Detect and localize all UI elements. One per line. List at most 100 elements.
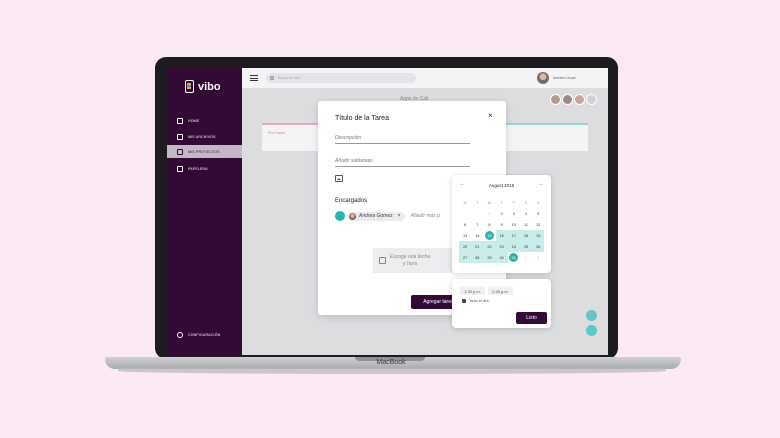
projects-icon <box>177 148 183 155</box>
search-icon <box>270 76 274 80</box>
end-time-input[interactable]: 2:30 p.m. <box>488 287 513 295</box>
logo-icon <box>185 80 194 93</box>
device-label: MacBook <box>376 359 406 366</box>
calendar-day[interactable]: 29 <box>483 252 496 263</box>
assignee-chip: Andrea Gomez × <box>348 211 405 221</box>
calendar-weekday: S <box>536 200 540 205</box>
calendar-day[interactable]: 7 <box>471 219 483 230</box>
file-icon <box>177 133 183 140</box>
calendar-day[interactable]: 16 <box>495 230 508 241</box>
calendar-day[interactable]: 12 <box>532 219 544 230</box>
calendar-weekday: W <box>487 200 492 205</box>
sidebar: vibo HOME MIS ARCHIVOS MIS PROYECTOS PAP… <box>167 68 242 355</box>
calendar-day[interactable]: 6 <box>459 219 471 230</box>
calendar-day[interactable]: 18 <box>519 230 533 241</box>
date-placeholder-line2: y hora <box>403 260 417 267</box>
avatar[interactable] <box>550 94 561 105</box>
calendar-day[interactable]: 9 <box>496 219 508 230</box>
calendar-day[interactable]: 21 <box>471 241 484 252</box>
calendar-day[interactable]: 1 <box>483 208 495 219</box>
avatar <box>349 212 356 220</box>
calendar-month: August 2018 <box>488 183 515 188</box>
sidebar-item-settings[interactable]: CONFIGURACIÓN <box>167 328 242 341</box>
laptop-shadow <box>118 368 666 374</box>
selected-day: 31 <box>509 253 519 262</box>
gear-icon <box>177 331 183 338</box>
calendar-weekday: M <box>463 200 467 205</box>
calendar-day[interactable]: 4 <box>520 208 532 219</box>
add-member-icon[interactable] <box>586 94 597 105</box>
sidebar-item-files[interactable]: MIS ARCHIVOS <box>167 130 242 143</box>
description-field[interactable]: Descripción <box>335 135 470 144</box>
image-icon[interactable] <box>335 175 343 182</box>
column-card <box>505 123 588 151</box>
calendar-day[interactable]: 14 <box>471 230 483 241</box>
menu-icon[interactable] <box>250 75 258 81</box>
calendar-day[interactable]: 23 <box>495 241 508 252</box>
calendar-day[interactable]: 15 <box>483 230 495 241</box>
sidebar-item-projects[interactable]: MIS PROYECTOS <box>167 145 242 158</box>
calendar-day[interactable]: 1 <box>520 252 532 263</box>
top-bar: Busca en vibo Nombre Usuar <box>242 68 608 88</box>
brand-logo[interactable]: vibo <box>185 80 221 93</box>
calendar-day[interactable]: 13 <box>459 230 471 241</box>
sidebar-item-label: CONFIGURACIÓN <box>188 332 221 337</box>
calendar-day[interactable]: 28 <box>471 252 484 263</box>
home-icon <box>177 117 183 124</box>
column-todo: Por hacer <box>262 123 322 151</box>
assignees-title: Encargados <box>335 198 368 204</box>
calendar-day[interactable]: 25 <box>519 241 533 252</box>
calendar-day[interactable]: 2 <box>496 208 508 219</box>
calendar-day[interactable]: 26 <box>532 241 545 252</box>
add-icon[interactable] <box>586 325 597 336</box>
avatar <box>335 211 345 221</box>
calendar-popup: ← August 2018 → M T W T F S S 1 2 3 4 5 6 7 8 9 10 11 12 13… <box>452 175 551 273</box>
calendar-day[interactable]: 31 <box>508 252 520 263</box>
chat-icon[interactable] <box>586 310 597 321</box>
close-icon[interactable]: × <box>488 111 493 120</box>
calendar-day <box>471 208 483 219</box>
calendar-day[interactable]: 19 <box>532 230 545 241</box>
subtasks-field[interactable]: Añadir subtareas <box>335 158 470 167</box>
date-picker-trigger[interactable]: Escoge una fecha y hora <box>373 248 453 273</box>
member-avatars <box>550 94 597 105</box>
trash-icon <box>177 165 183 172</box>
calendar-day[interactable]: 8 <box>483 219 495 230</box>
assignee-name: Andrea Gomez <box>359 213 393 219</box>
date-placeholder-line1: Escoge una fecha <box>390 253 431 260</box>
calendar-day[interactable]: 17 <box>507 230 520 241</box>
add-assignee-input[interactable]: Añadir más p <box>411 213 440 219</box>
calendar-day[interactable]: 5 <box>532 208 544 219</box>
calendar-day[interactable]: 10 <box>508 219 520 230</box>
date-placeholder: Escoge una fecha y hora <box>390 254 430 268</box>
search-input[interactable]: Busca en vibo <box>266 73 416 83</box>
next-month-icon[interactable]: → <box>538 181 544 187</box>
app-screen: vibo HOME MIS ARCHIVOS MIS PROYECTOS PAP… <box>167 68 608 355</box>
sidebar-item-trash[interactable]: PAPELERA <box>167 162 242 175</box>
time-panel: 1:30 p.m. 2:30 p.m. Todo el día Listo <box>452 279 551 328</box>
calendar-day[interactable]: 27 <box>459 252 472 263</box>
checkbox-icon[interactable] <box>462 298 466 303</box>
calendar-day[interactable]: 11 <box>520 219 532 230</box>
sidebar-item-home[interactable]: HOME <box>167 114 242 127</box>
user-name[interactable]: Nombre Usuar <box>553 76 576 80</box>
calendar-day <box>459 208 471 219</box>
column-title: Por hacer <box>268 130 286 135</box>
calendar-day[interactable]: 2 <box>532 252 544 263</box>
calendar-icon <box>379 257 386 264</box>
all-day-toggle[interactable]: Todo el día <box>462 298 489 303</box>
calendar-day[interactable]: 3 <box>508 208 520 219</box>
calendar-day[interactable]: 30 <box>495 252 508 263</box>
avatar[interactable] <box>574 94 585 105</box>
calendar-day[interactable]: 24 <box>507 241 520 252</box>
calendar-weekday: T <box>500 200 503 205</box>
search-placeholder: Busca en vibo <box>278 76 300 80</box>
assignees-row: Andrea Gomez × Añadir más p <box>335 211 440 221</box>
remove-assignee-icon[interactable]: × <box>398 213 401 219</box>
avatar[interactable] <box>537 72 549 84</box>
calendar-day[interactable]: 20 <box>459 241 472 252</box>
avatar[interactable] <box>562 94 573 105</box>
start-time-input[interactable]: 1:30 p.m. <box>460 287 485 295</box>
calendar-day[interactable]: 22 <box>483 241 496 252</box>
done-button[interactable]: Listo <box>516 312 547 324</box>
